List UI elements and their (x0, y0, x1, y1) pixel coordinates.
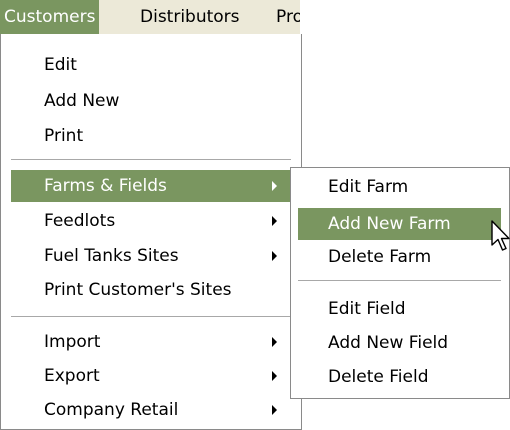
menu-separator (298, 280, 501, 282)
submenu-item-delete-field[interactable]: Delete Field (298, 361, 501, 393)
menu-customers[interactable]: Customers (0, 0, 100, 34)
menu-item-label: Feedlots (44, 211, 116, 231)
menu-item-label: Fuel Tanks Sites (44, 246, 179, 266)
menu-item-farms-fields[interactable]: Farms & Fields (11, 170, 291, 202)
mouse-pointer-icon (491, 220, 510, 251)
menu-item-label: Add New (44, 91, 120, 111)
menu-item-label: Delete Field (328, 367, 429, 387)
menu-item-feedlots[interactable]: Feedlots (11, 205, 291, 237)
submenu-arrow-icon (272, 371, 277, 381)
menu-item-import[interactable]: Import (11, 326, 291, 358)
menu-item-export[interactable]: Export (11, 360, 291, 392)
menu-item-label: Export (44, 366, 100, 386)
menu-item-label: Edit Field (328, 299, 406, 319)
menu-item-label: Farms & Fields (44, 176, 167, 196)
customers-dropdown-menu: Edit Add New Print Farms & Fields Feedlo… (0, 34, 302, 430)
submenu-arrow-icon (272, 251, 277, 261)
submenu-item-edit-field[interactable]: Edit Field (298, 293, 501, 325)
menu-item-label: Print (44, 126, 84, 146)
menu-separator (11, 159, 291, 161)
menu-item-label: Company Retail (44, 400, 179, 420)
menu-item-label: Delete Farm (328, 247, 432, 267)
menu-item-fuel-tanks-sites[interactable]: Fuel Tanks Sites (11, 240, 291, 272)
menu-item-label: Add New Farm (328, 214, 451, 234)
menu-item-edit[interactable]: Edit (11, 49, 291, 81)
submenu-arrow-icon (272, 405, 277, 415)
menu-item-label: Add New Field (328, 333, 449, 353)
submenu-arrow-icon (272, 216, 277, 226)
menu-item-label: Edit (44, 55, 77, 75)
menu-item-print-customers-sites[interactable]: Print Customer's Sites (11, 274, 291, 306)
submenu-item-add-new-farm[interactable]: Add New Farm (298, 208, 501, 240)
menu-item-label: Print Customer's Sites (44, 280, 232, 300)
menu-item-label: Edit Farm (328, 177, 409, 197)
menu-bar: Customers Distributors Pro (0, 0, 300, 35)
submenu-item-delete-farm[interactable]: Delete Farm (298, 241, 501, 273)
menu-item-label: Import (44, 332, 101, 352)
menu-products[interactable]: Pro (272, 0, 300, 34)
menu-distributors[interactable]: Distributors (136, 0, 244, 34)
submenu-arrow-icon (272, 337, 277, 347)
menu-item-print[interactable]: Print (11, 120, 291, 152)
menu-separator (11, 316, 291, 318)
submenu-arrow-icon (272, 181, 277, 191)
menu-item-add-new[interactable]: Add New (11, 85, 291, 117)
farms-fields-submenu: Edit Farm Add New Farm Delete Farm Edit … (290, 167, 510, 399)
submenu-item-add-new-field[interactable]: Add New Field (298, 327, 501, 359)
menu-item-company-retail[interactable]: Company Retail (11, 394, 291, 426)
submenu-item-edit-farm[interactable]: Edit Farm (298, 171, 501, 203)
